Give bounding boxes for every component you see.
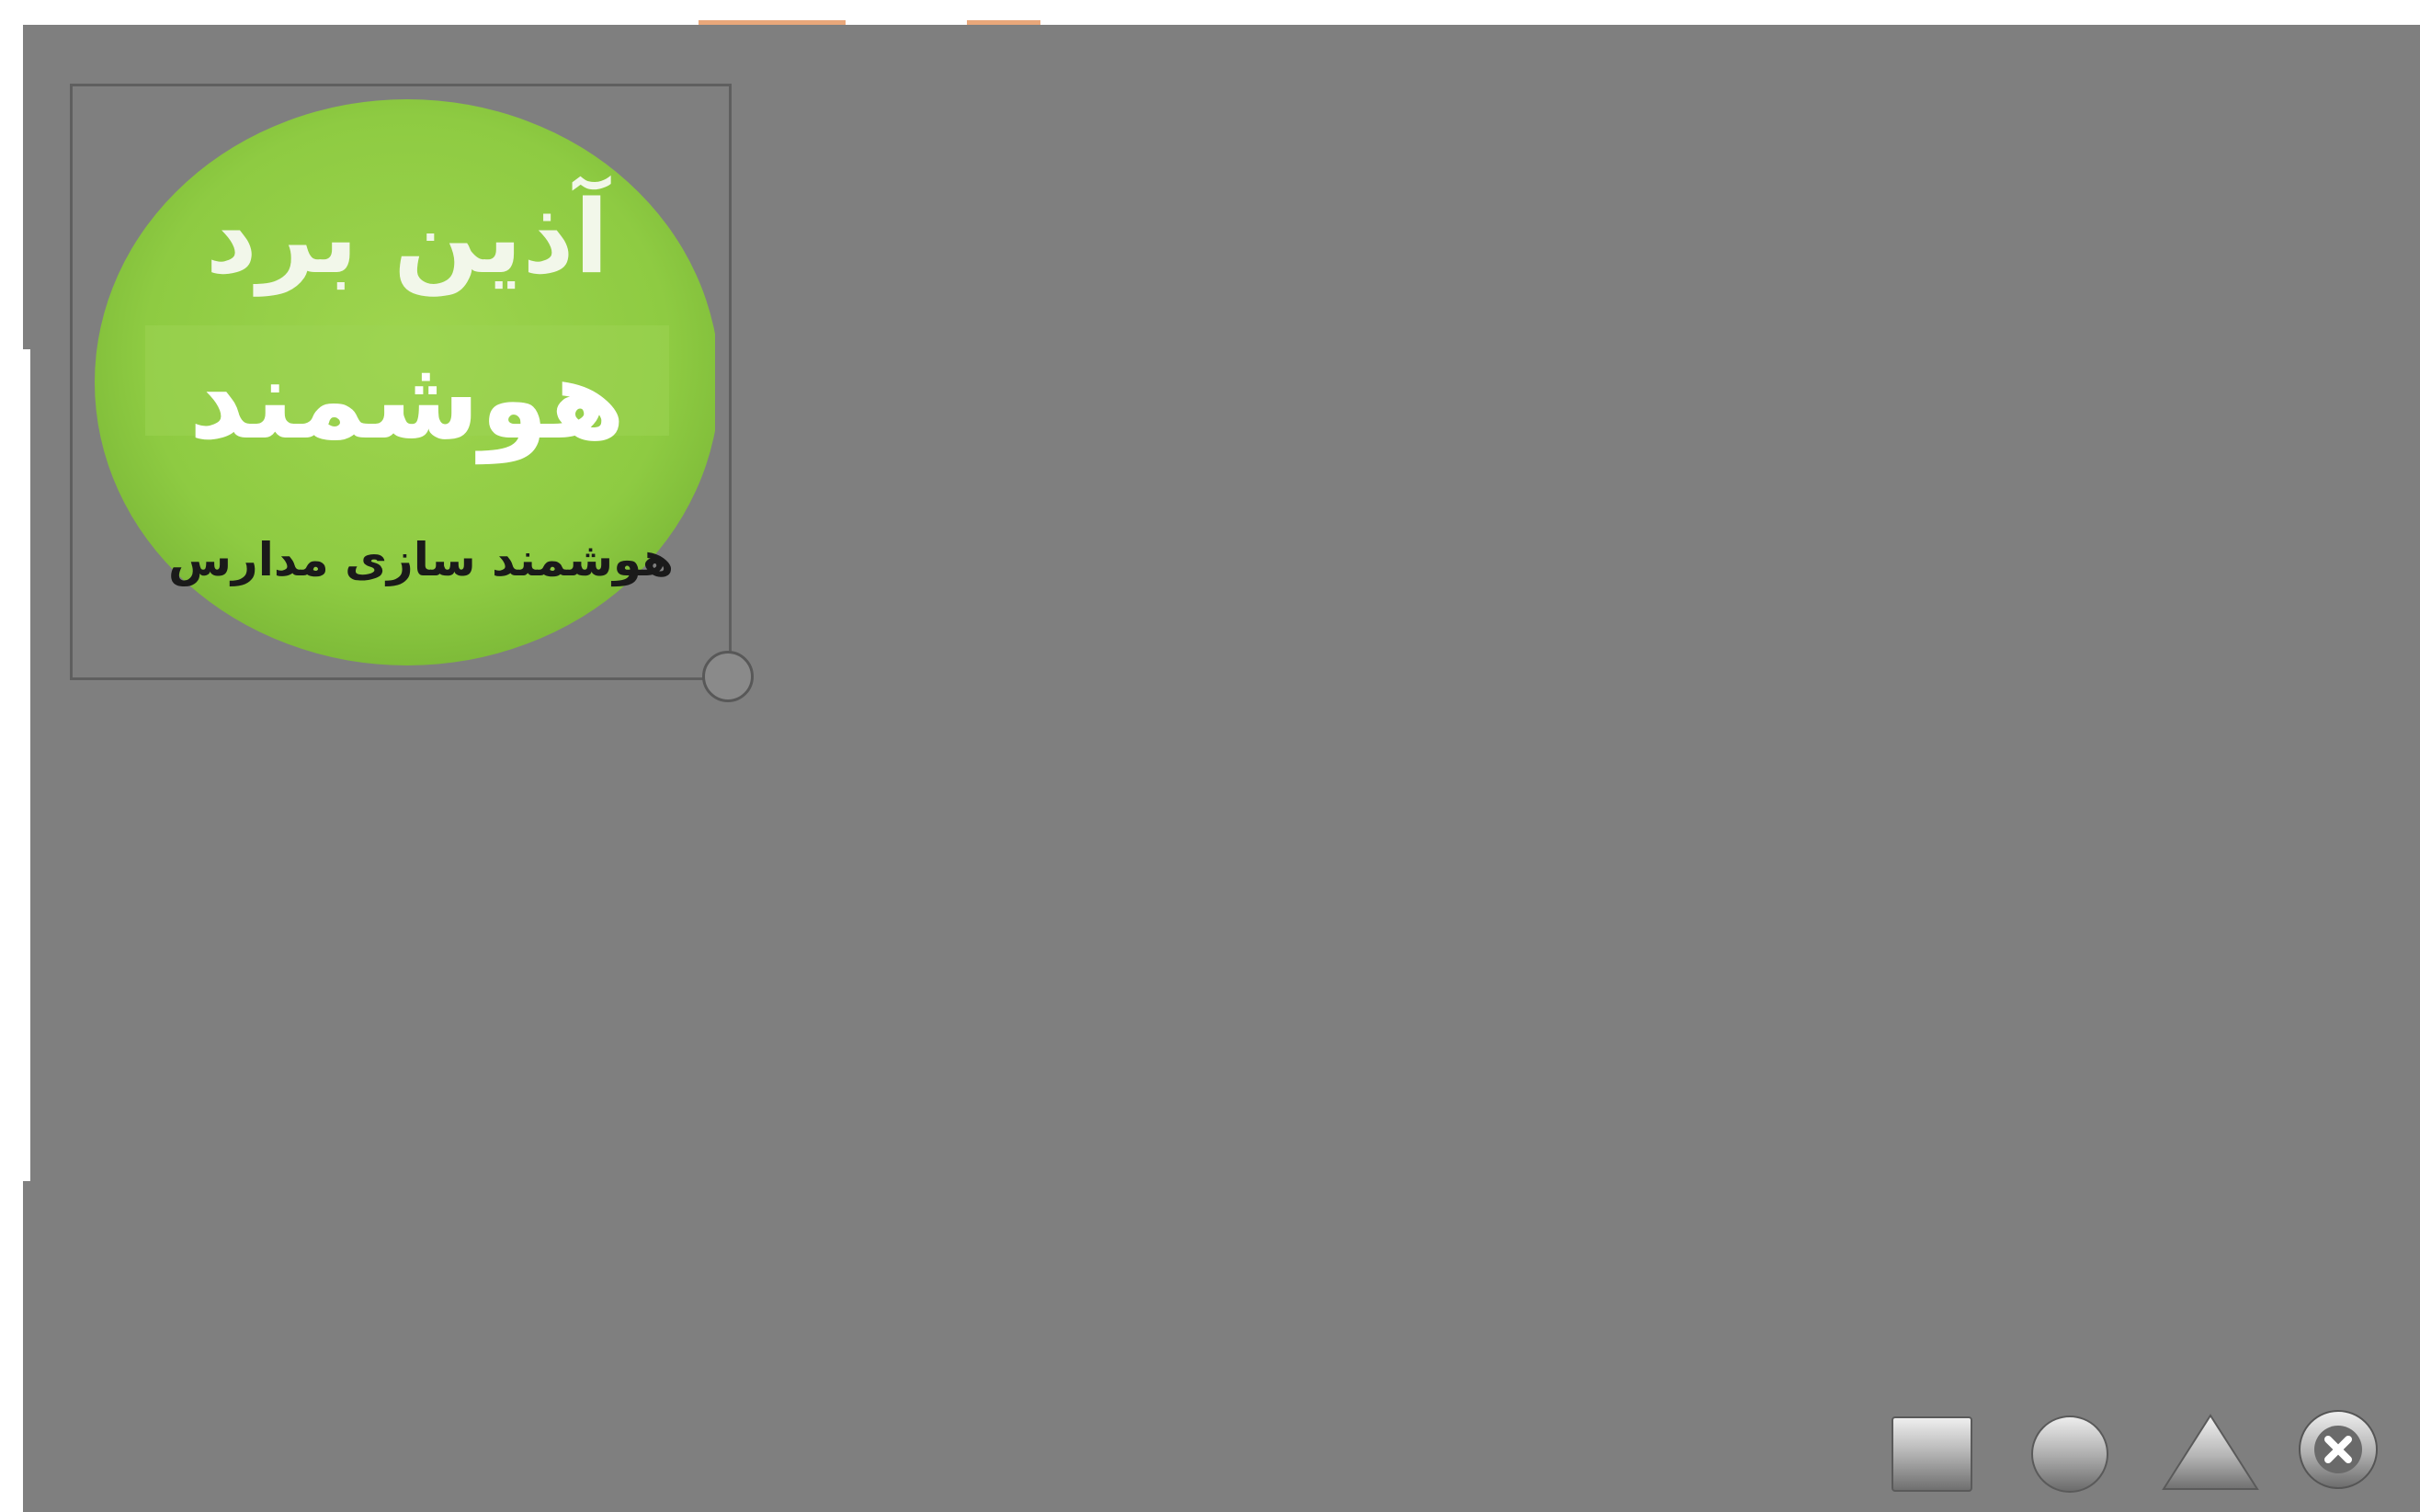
circle-shape-icon (2031, 1415, 2108, 1493)
shape-toolbar (1889, 1406, 2390, 1498)
azin-board-logo[interactable]: آذین برد هوشمند هوشمند سازی مدارس (90, 97, 715, 667)
circle-shape-button[interactable] (2027, 1406, 2114, 1494)
canvas-edge-strip (23, 349, 30, 1181)
resize-handle[interactable] (702, 651, 754, 702)
logo-subtitle: هوشمند (188, 336, 625, 464)
triangle-shape-button[interactable] (2160, 1406, 2261, 1494)
square-shape-button[interactable] (1889, 1406, 1976, 1494)
logo-title: آذین برد (206, 175, 611, 297)
close-button[interactable] (2295, 1406, 2382, 1494)
triangle-shape-icon (2162, 1414, 2259, 1490)
app-window: آذین برد هوشمند هوشمند سازی مدارس (0, 0, 2420, 1512)
close-icon (2299, 1410, 2378, 1489)
square-shape-icon (1892, 1416, 1972, 1492)
logo-tagline: هوشمند سازی مدارس (168, 533, 674, 587)
